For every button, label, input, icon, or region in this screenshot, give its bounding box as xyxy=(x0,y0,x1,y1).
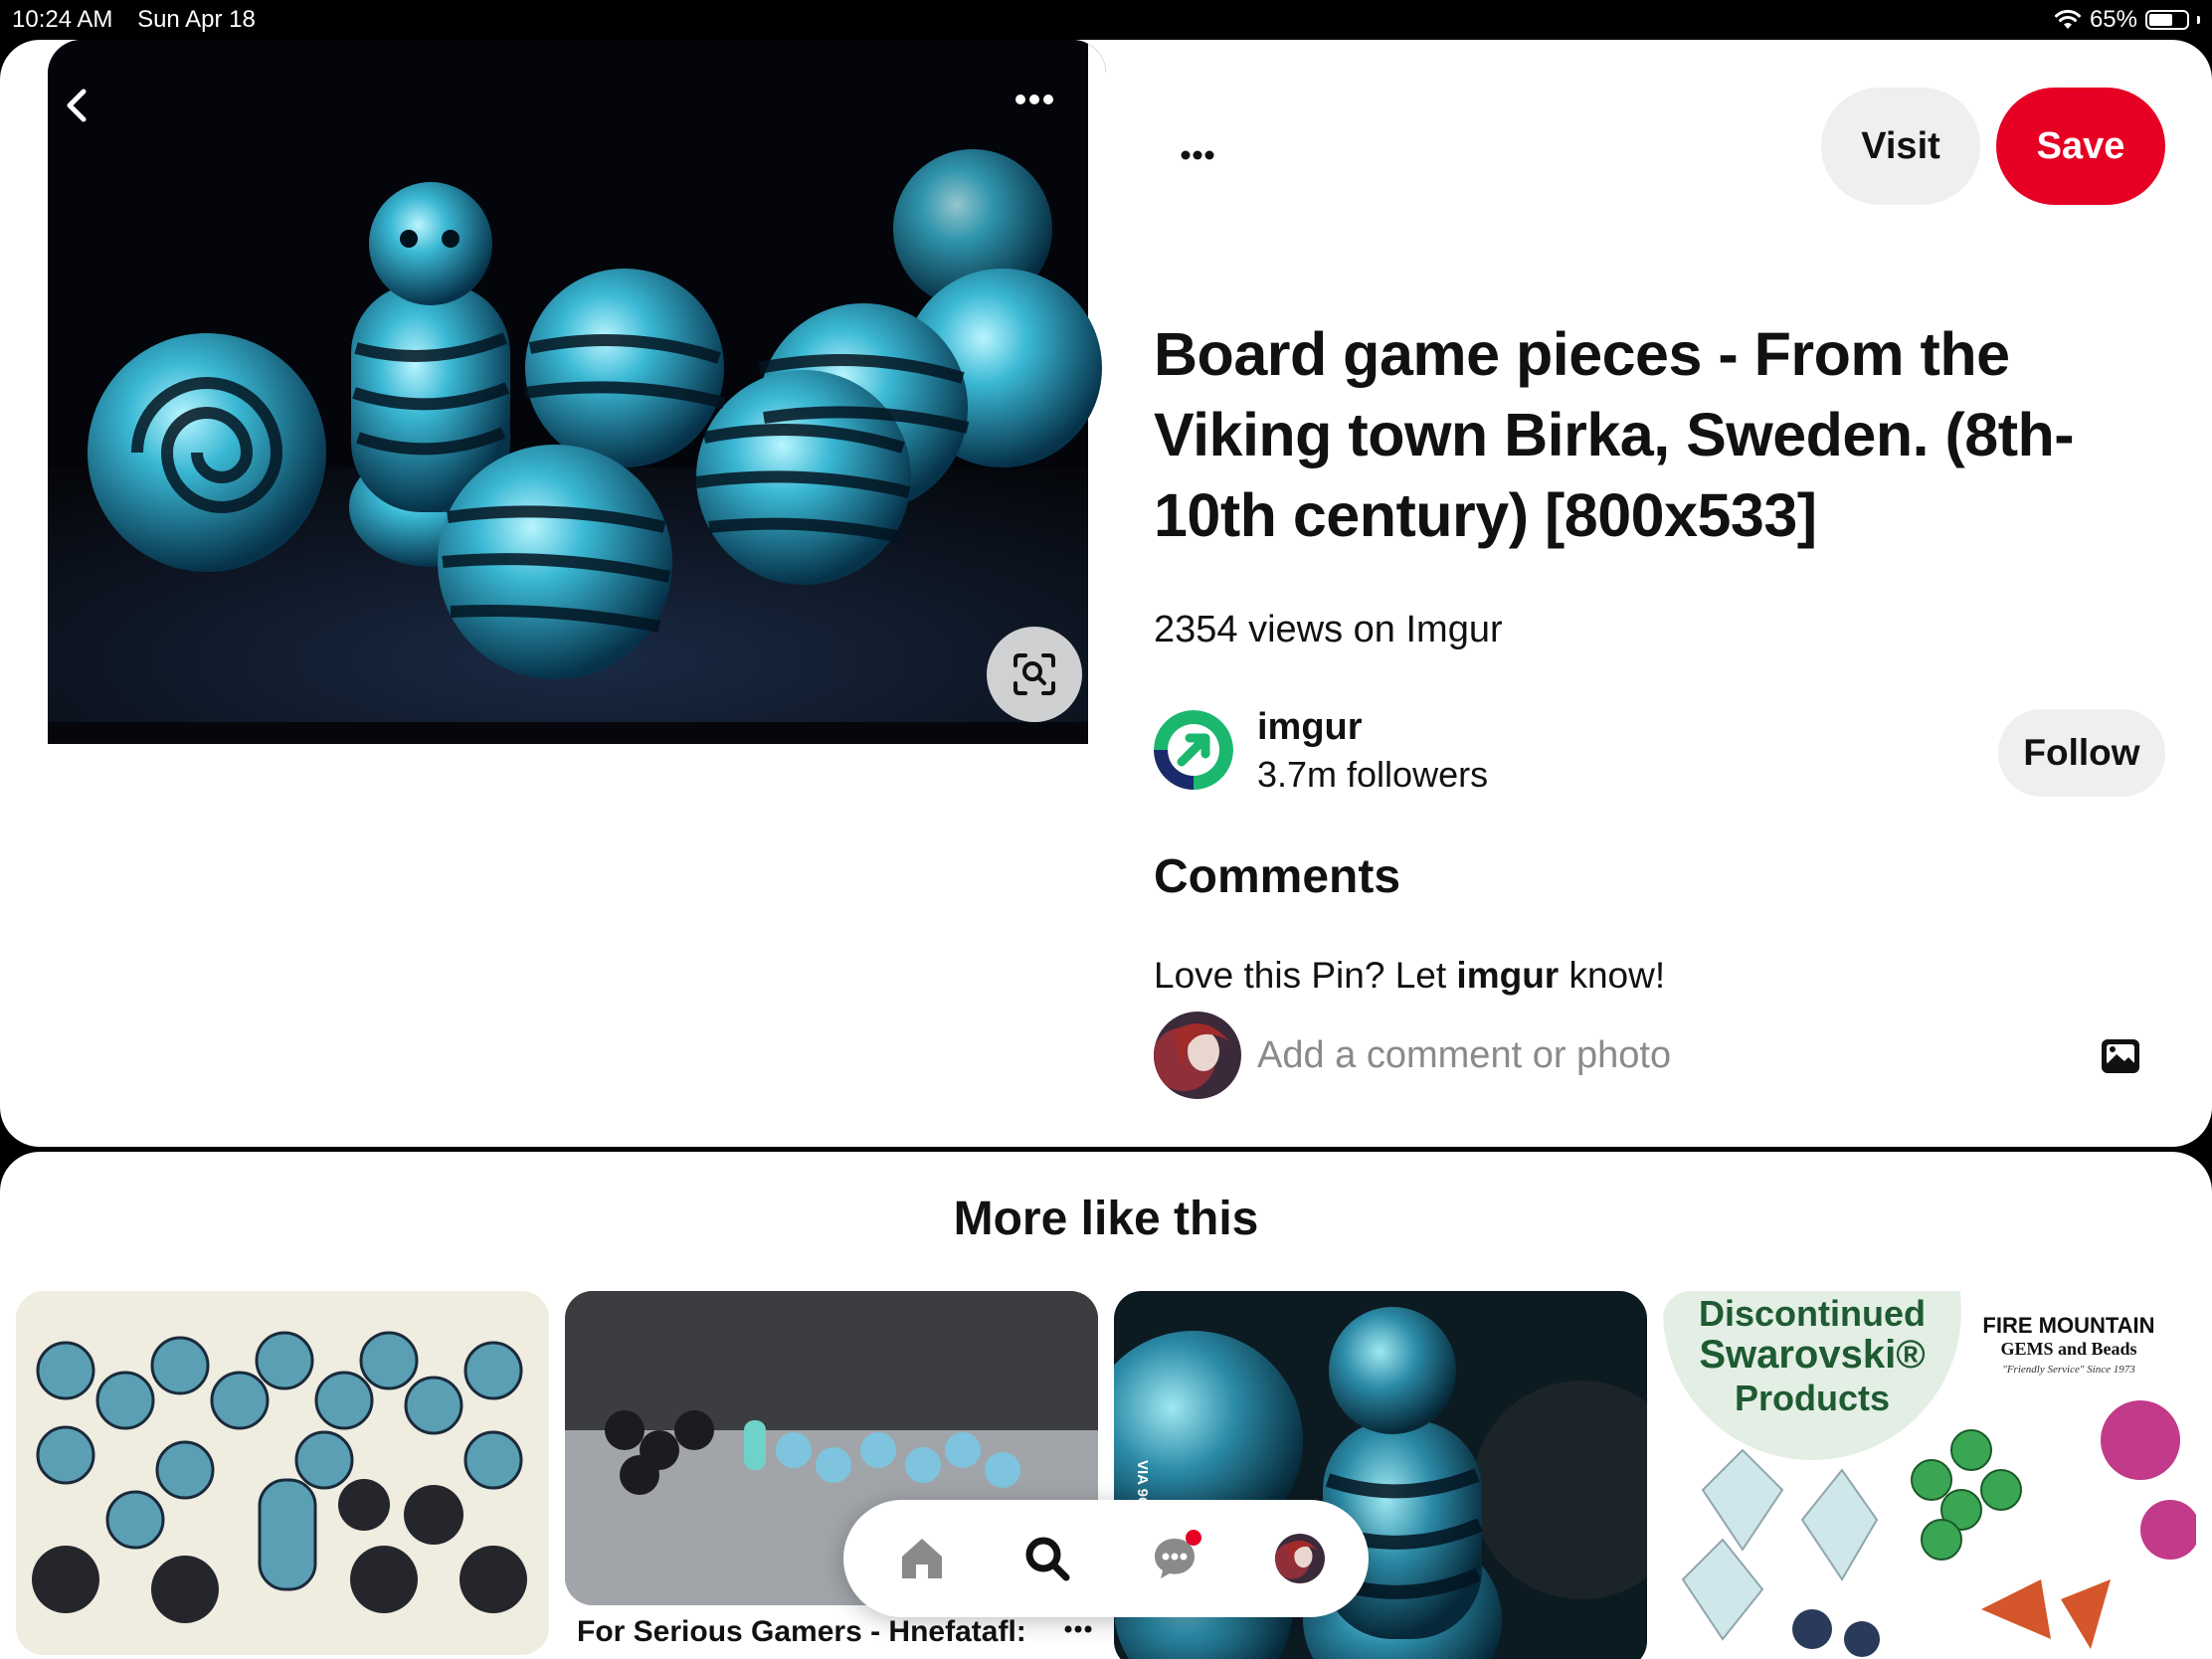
battery-tip xyxy=(2197,16,2200,24)
ellipsis-icon xyxy=(1181,150,1214,160)
creator-avatar[interactable] xyxy=(1154,710,1233,790)
ellipsis-icon xyxy=(1015,94,1053,104)
imgur-logo xyxy=(1154,710,1233,790)
image-icon xyxy=(2102,1039,2139,1073)
battery-icon xyxy=(2145,10,2189,30)
ellipsis-icon xyxy=(1064,1625,1092,1633)
related-pin-caption[interactable]: For Serious Gamers - Hnefatafl: xyxy=(577,1615,1044,1649)
status-right: 65% xyxy=(2054,6,2200,34)
user-avatar-photo xyxy=(1154,1012,1241,1099)
related-pin-image xyxy=(16,1291,549,1655)
comments-prompt-after: know! xyxy=(1559,955,1666,996)
nav-messages[interactable] xyxy=(1142,1526,1207,1591)
tile4-badge-line3: Products xyxy=(1735,1378,1890,1418)
related-pin-more-button[interactable] xyxy=(1058,1619,1098,1639)
related-pin-image: Discontinued Swarovski® Products FIRE MO… xyxy=(1663,1291,2196,1659)
tile4-badge-line2: Swarovski® xyxy=(1699,1333,1925,1377)
image-more-button[interactable] xyxy=(1005,80,1064,119)
pin-image[interactable] xyxy=(48,40,1106,744)
tile4-badge-line1: Discontinued xyxy=(1699,1293,1926,1334)
user-avatar[interactable] xyxy=(1154,1012,1241,1099)
search-icon xyxy=(1025,1537,1070,1581)
comment-input[interactable] xyxy=(1257,1024,2053,1086)
visit-button[interactable]: Visit xyxy=(1821,88,1980,205)
chevron-left-icon xyxy=(67,89,87,122)
pin-title: Board game pieces - From the Viking town… xyxy=(1154,320,2075,549)
save-button[interactable]: Save xyxy=(1996,88,2165,205)
add-photo-button[interactable] xyxy=(2099,1034,2142,1078)
battery-percent: 65% xyxy=(2089,6,2137,33)
comments-prompt: Love this Pin? Let imgur know! xyxy=(1154,955,1665,997)
pin-photo xyxy=(48,40,1106,744)
nav-search[interactable] xyxy=(1014,1526,1080,1591)
more-like-this-heading: More like this xyxy=(953,1193,1259,1245)
creator-followers: 3.7m followers xyxy=(1257,754,1489,795)
status-date: Sun Apr 18 xyxy=(137,6,256,33)
comments-heading: Comments xyxy=(1154,850,1401,903)
status-left: 10:24 AM Sun Apr 18 xyxy=(12,6,274,34)
more-options-button[interactable] xyxy=(1174,137,1221,173)
battery-fill xyxy=(2149,14,2173,26)
notification-dot xyxy=(1186,1530,1201,1546)
follow-button[interactable]: Follow xyxy=(1998,709,2165,797)
status-time: 10:24 AM xyxy=(12,6,113,33)
tile4-brand-line3: "Friendly Service" Since 1973 xyxy=(2002,1364,2135,1376)
home-icon xyxy=(902,1539,942,1578)
pin-card: Visit Save Board game pieces - From the … xyxy=(0,40,2212,1147)
visual-search-button[interactable] xyxy=(987,627,1082,722)
comments-prompt-name: imgur xyxy=(1456,955,1560,996)
related-pin-4[interactable]: Discontinued Swarovski® Products FIRE MO… xyxy=(1663,1291,2196,1659)
view-count: 2354 views on Imgur xyxy=(1154,609,1503,650)
tile4-brand-line1: FIRE MOUNTAIN xyxy=(1982,1313,2154,1338)
nav-profile[interactable] xyxy=(1267,1526,1333,1591)
creator-name[interactable]: imgur xyxy=(1257,706,1363,749)
visual-search-icon xyxy=(1014,653,1055,695)
related-pin-1[interactable] xyxy=(16,1291,549,1655)
status-bar: 10:24 AM Sun Apr 18 65% xyxy=(0,0,2212,40)
nav-home[interactable] xyxy=(889,1526,955,1591)
back-button[interactable] xyxy=(52,78,107,133)
tile4-brand-line2: GEMS and Beads xyxy=(2000,1339,2136,1359)
bottom-nav xyxy=(843,1500,1369,1617)
wifi-icon xyxy=(2054,9,2081,29)
avatar xyxy=(1275,1534,1325,1583)
comments-prompt-before: Love this Pin? Let xyxy=(1154,955,1457,996)
